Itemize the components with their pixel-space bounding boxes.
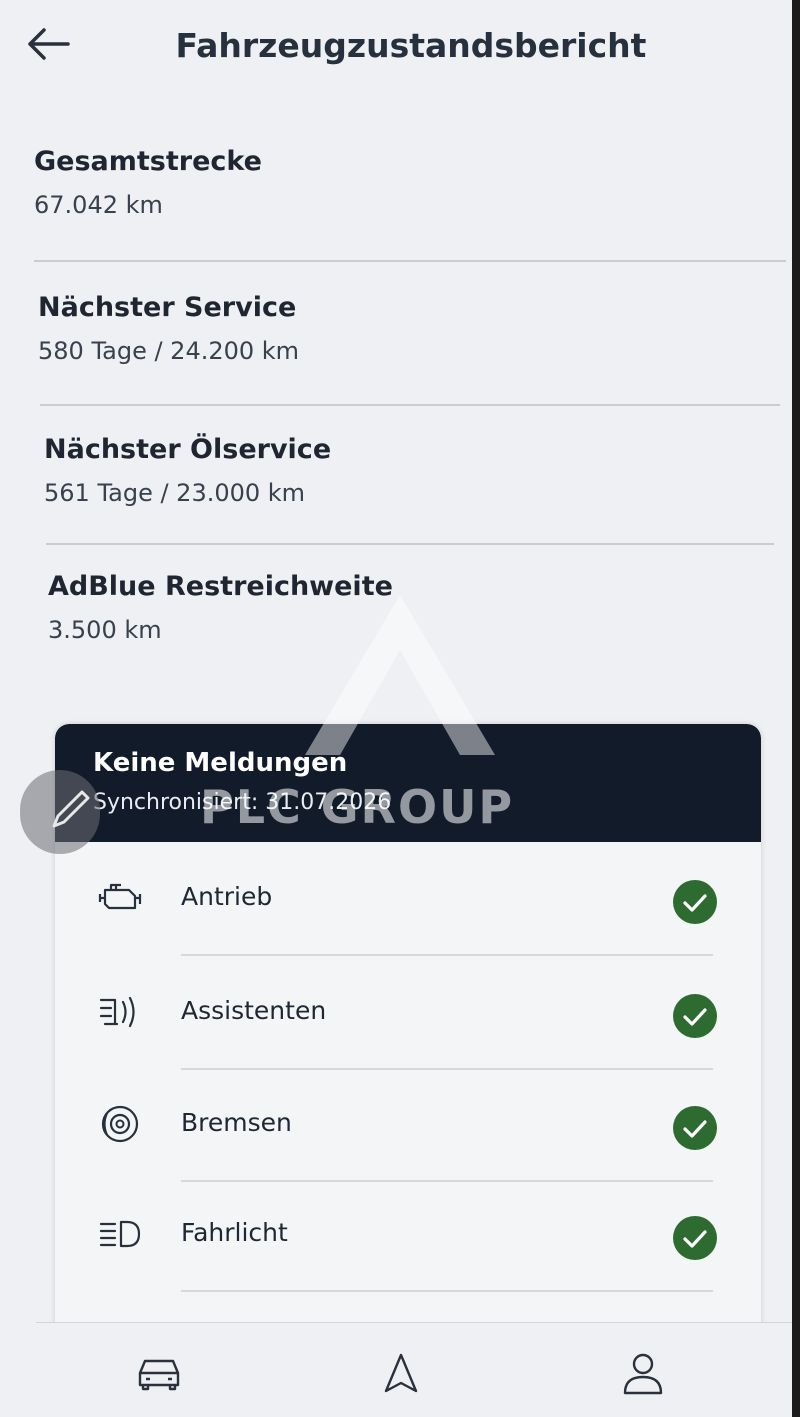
info-label: Gesamtstrecke (34, 146, 262, 177)
vehicle-status-card: Keine Meldungen Synchronisiert: 31.07.20… (55, 724, 761, 1364)
info-value: 561 Tage / 23.000 km (44, 479, 306, 507)
info-value: 580 Tage / 24.200 km (38, 337, 300, 365)
engine-icon (98, 883, 142, 910)
nav-vehicle-button[interactable] (134, 1351, 184, 1395)
info-total-distance: Gesamtstrecke 67.042 km (34, 146, 778, 219)
status-title: Keine Meldungen (93, 748, 348, 778)
navigation-icon (384, 1353, 418, 1393)
info-next-service: Nächster Service 580 Tage / 24.200 km (38, 292, 778, 365)
checkmark-icon (673, 1106, 717, 1150)
profile-icon (623, 1353, 663, 1395)
bottom-navigation (36, 1322, 792, 1417)
app-screen: Fahrzeugzustandsbericht Gesamtstrecke 67… (0, 0, 792, 1417)
car-icon (138, 1359, 180, 1391)
edit-button[interactable] (20, 770, 100, 854)
checkmark-icon (673, 994, 717, 1038)
status-row-antrieb[interactable]: Antrieb (55, 844, 761, 956)
status-card-header: Keine Meldungen Synchronisiert: 31.07.20… (55, 724, 761, 842)
headlight-icon (99, 1220, 141, 1248)
status-row-label: Antrieb (181, 882, 273, 911)
info-value: 3.500 km (48, 616, 162, 644)
app-header: Fahrzeugzustandsbericht (0, 0, 792, 95)
row-divider (181, 1290, 713, 1292)
info-adblue-range: AdBlue Restreichweite 3.500 km (48, 571, 778, 644)
pencil-icon (52, 790, 90, 828)
divider (40, 404, 780, 406)
status-row-label: Assistenten (181, 996, 327, 1025)
info-label: AdBlue Restreichweite (48, 571, 393, 602)
divider (46, 543, 774, 545)
status-row-label: Bremsen (181, 1108, 292, 1137)
status-row-assistenten[interactable]: Assistenten (55, 958, 761, 1070)
info-label: Nächster Service (38, 292, 297, 323)
status-row-fahrlicht[interactable]: Fahrlicht (55, 1180, 761, 1292)
row-divider (181, 954, 713, 956)
nav-navigation-button[interactable] (376, 1351, 426, 1395)
nav-profile-button[interactable] (618, 1351, 668, 1395)
sync-timestamp: Synchronisiert: 31.07.2026 (93, 790, 392, 815)
status-row-bremsen[interactable]: Bremsen (55, 1070, 761, 1182)
brake-icon (101, 1105, 139, 1143)
checkmark-icon (673, 1216, 717, 1260)
info-value: 67.042 km (34, 191, 163, 219)
divider (34, 260, 786, 262)
status-row-label: Fahrlicht (181, 1218, 288, 1247)
info-label: Nächster Ölservice (44, 434, 332, 465)
page-title: Fahrzeugzustandsbericht (175, 26, 647, 65)
checkmark-icon (673, 880, 717, 924)
info-next-oil-service: Nächster Ölservice 561 Tage / 23.000 km (44, 434, 778, 507)
assistant-icon (99, 996, 135, 1028)
